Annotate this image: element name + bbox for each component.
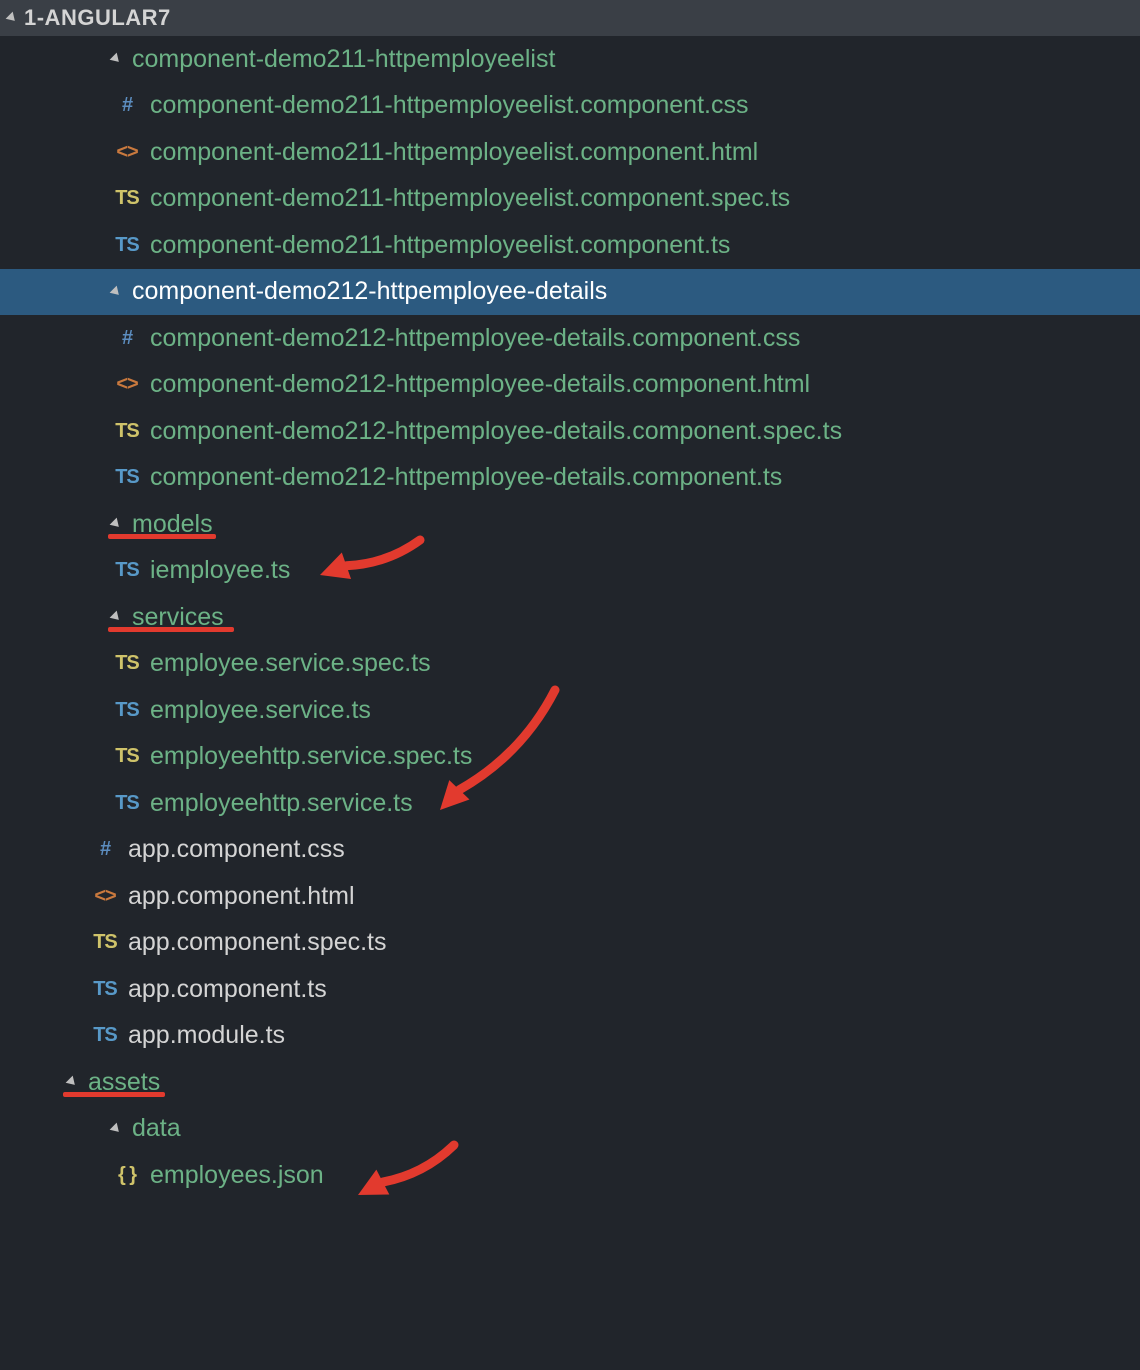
- tree-file[interactable]: TS component-demo211-httpemployeelist.com…: [0, 222, 1140, 269]
- tree-item-label: app.component.spec.ts: [128, 928, 387, 957]
- chevron-down-icon: [6, 12, 19, 25]
- tree-file[interactable]: # component-demo211-httpemployeelist.comp…: [0, 83, 1140, 130]
- chevron-down-icon: [106, 287, 126, 297]
- tree-item-label: component-demo211-httpemployeelist.compo…: [150, 91, 748, 120]
- tree-folder[interactable]: assets: [0, 1059, 1140, 1106]
- tree-file[interactable]: TS component-demo212-httpemployee-details…: [0, 455, 1140, 502]
- tsb-icon: TS: [112, 559, 142, 582]
- tree-item-label: component-demo212-httpemployee-details.c…: [150, 417, 842, 446]
- tree-file[interactable]: TS component-demo212-httpemployee-details…: [0, 408, 1140, 455]
- file-tree: component-demo211-httpemployeelist # compo…: [0, 36, 1140, 1199]
- tsb-icon: TS: [112, 699, 142, 722]
- tsy-icon: TS: [90, 931, 120, 954]
- chevron-down-icon: [62, 1077, 82, 1087]
- tree-item-label: employeehttp.service.ts: [150, 789, 413, 818]
- tree-item-label: app.component.html: [128, 882, 355, 911]
- chevron-down-icon: [106, 54, 126, 64]
- tree-item-label: employee.service.spec.ts: [150, 649, 431, 678]
- tree-item-label: data: [132, 1114, 181, 1143]
- tsy-icon: TS: [112, 652, 142, 675]
- tsy-icon: TS: [112, 420, 142, 443]
- tsb-icon: TS: [112, 234, 142, 257]
- tree-item-label: assets: [88, 1068, 160, 1097]
- tree-folder[interactable]: services: [0, 594, 1140, 641]
- chevron-down-icon: [106, 612, 126, 622]
- project-root-header[interactable]: 1-ANGULAR7: [0, 0, 1140, 36]
- tree-file[interactable]: TS component-demo211-httpemployeelist.com…: [0, 176, 1140, 223]
- tree-item-label: component-demo211-httpemployeelist.compo…: [150, 231, 730, 260]
- tree-folder[interactable]: component-demo212-httpemployee-details: [0, 269, 1140, 316]
- tsb-icon: TS: [90, 1024, 120, 1047]
- tree-item-label: employee.service.ts: [150, 696, 371, 725]
- css-icon: #: [112, 94, 142, 117]
- tree-item-label: component-demo211-httpemployeelist.compo…: [150, 184, 790, 213]
- tree-item-label: app.module.ts: [128, 1021, 285, 1050]
- tree-file[interactable]: # component-demo212-httpemployee-details.…: [0, 315, 1140, 362]
- tree-file[interactable]: TS app.component.spec.ts: [0, 920, 1140, 967]
- tsb-icon: TS: [112, 792, 142, 815]
- tree-file[interactable]: TS app.module.ts: [0, 1013, 1140, 1060]
- tree-item-label: employees.json: [150, 1161, 324, 1190]
- tree-file[interactable]: TS employeehttp.service.ts: [0, 780, 1140, 827]
- tree-item-label: component-demo212-httpemployee-details.c…: [150, 324, 800, 353]
- tree-file[interactable]: <> app.component.html: [0, 873, 1140, 920]
- tree-file[interactable]: TS employee.service.ts: [0, 687, 1140, 734]
- tree-item-label: services: [132, 603, 224, 632]
- tree-item-label: app.component.css: [128, 835, 345, 864]
- tree-item-label: app.component.ts: [128, 975, 327, 1004]
- css-icon: #: [90, 838, 120, 861]
- tree-item-label: component-demo212-httpemployee-details: [132, 277, 607, 306]
- chevron-down-icon: [106, 519, 126, 529]
- tsy-icon: TS: [112, 745, 142, 768]
- tree-folder[interactable]: component-demo211-httpemployeelist: [0, 36, 1140, 83]
- html-icon: <>: [112, 141, 142, 164]
- tsb-icon: TS: [90, 978, 120, 1001]
- html-icon: <>: [112, 373, 142, 396]
- chevron-down-icon: [106, 1124, 126, 1134]
- css-icon: #: [112, 327, 142, 350]
- tsb-icon: TS: [112, 466, 142, 489]
- tree-file[interactable]: TS iemployee.ts: [0, 548, 1140, 595]
- tree-item-label: component-demo211-httpemployeelist: [132, 45, 555, 74]
- tsy-icon: TS: [112, 187, 142, 210]
- tree-item-label: component-demo212-httpemployee-details.c…: [150, 463, 782, 492]
- json-icon: { }: [112, 1164, 142, 1187]
- html-icon: <>: [90, 885, 120, 908]
- tree-file[interactable]: # app.component.css: [0, 827, 1140, 874]
- tree-folder[interactable]: data: [0, 1106, 1140, 1153]
- tree-item-label: employeehttp.service.spec.ts: [150, 742, 472, 771]
- tree-file[interactable]: TS employee.service.spec.ts: [0, 641, 1140, 688]
- tree-item-label: component-demo211-httpemployeelist.compo…: [150, 138, 758, 167]
- tree-item-label: component-demo212-httpemployee-details.c…: [150, 370, 810, 399]
- tree-folder[interactable]: models: [0, 501, 1140, 548]
- tree-file[interactable]: { } employees.json: [0, 1152, 1140, 1199]
- tree-file[interactable]: <> component-demo211-httpemployeelist.com…: [0, 129, 1140, 176]
- tree-item-label: models: [132, 510, 213, 539]
- tree-file[interactable]: TS employeehttp.service.spec.ts: [0, 734, 1140, 781]
- tree-file[interactable]: TS app.component.ts: [0, 966, 1140, 1013]
- tree-item-label: iemployee.ts: [150, 556, 290, 585]
- tree-file[interactable]: <> component-demo212-httpemployee-details…: [0, 362, 1140, 409]
- project-root-name: 1-ANGULAR7: [24, 5, 171, 31]
